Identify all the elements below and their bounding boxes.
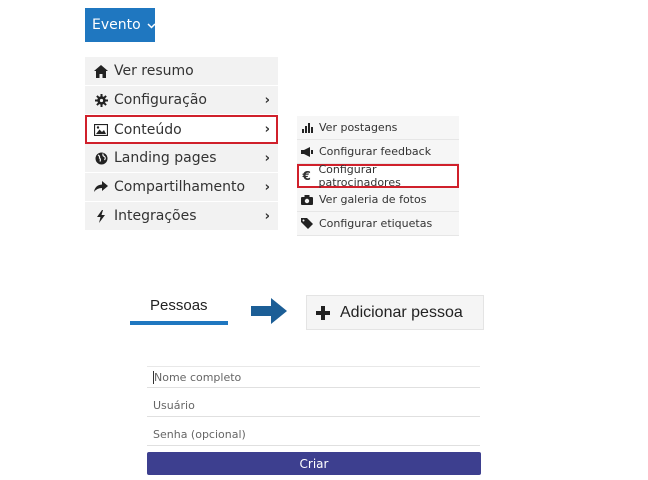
bolt-icon	[92, 209, 110, 223]
menu-item-ver-resumo[interactable]: Ver resumo	[85, 57, 278, 86]
chevron-right-icon: ›	[264, 122, 270, 137]
create-button[interactable]: Criar	[147, 452, 481, 475]
menu-item-label: Landing pages	[114, 150, 217, 166]
content-submenu: Ver postagens Configurar feedback € Conf…	[297, 116, 459, 236]
add-person-label: Adicionar pessoa	[340, 303, 463, 321]
home-icon	[92, 64, 110, 78]
create-button-label: Criar	[299, 456, 329, 471]
menu-item-label: Configuração	[114, 92, 207, 108]
camera-icon	[300, 194, 314, 205]
tab-label: Pessoas	[150, 297, 208, 314]
megaphone-icon	[300, 146, 314, 157]
username-placeholder: Usuário	[153, 399, 195, 412]
image-icon	[92, 123, 110, 136]
submenu-item-ver-galeria[interactable]: Ver galeria de fotos	[297, 188, 459, 212]
tags-icon	[300, 218, 314, 229]
add-person-button[interactable]: Adicionar pessoa	[306, 295, 484, 330]
menu-item-label: Integrações	[114, 208, 197, 224]
full-name-input[interactable]: Nome completo	[147, 366, 480, 388]
username-input[interactable]: Usuário	[147, 395, 480, 417]
password-input[interactable]: Senha (opcional)	[147, 424, 480, 446]
submenu-item-label: Configurar feedback	[319, 145, 432, 158]
submenu-item-label: Configurar etiquetas	[319, 217, 433, 230]
menu-item-configuracao[interactable]: Configuração ›	[85, 86, 278, 115]
euro-icon: €	[302, 169, 311, 183]
submenu-item-label: Configurar patrocinadores	[318, 163, 401, 189]
menu-item-landing-pages[interactable]: Landing pages ›	[85, 144, 278, 173]
bars-icon	[300, 122, 314, 133]
tab-pessoas[interactable]: Pessoas	[130, 293, 230, 325]
main-menu: Ver resumo Configuração › Conteúdo › Lan…	[85, 57, 278, 231]
menu-item-label: Ver resumo	[114, 63, 194, 79]
submenu-item-configurar-patrocinadores[interactable]: € Configurar patrocinadores	[297, 163, 459, 189]
menu-item-integracoes[interactable]: Integrações ›	[85, 202, 278, 231]
submenu-item-configurar-feedback[interactable]: Configurar feedback	[297, 140, 459, 164]
menu-item-label: Compartilhamento	[114, 179, 246, 195]
chevron-right-icon: ›	[264, 92, 270, 108]
menu-item-label: Conteúdo	[114, 121, 182, 138]
chevron-right-icon: ›	[264, 208, 270, 224]
full-name-placeholder: Nome completo	[154, 370, 242, 384]
evento-label: Evento	[92, 17, 141, 33]
globe-icon	[92, 152, 110, 165]
password-placeholder: Senha (opcional)	[153, 428, 246, 441]
plus-icon	[316, 302, 330, 324]
evento-dropdown-button[interactable]: Evento	[85, 8, 156, 42]
submenu-item-label: Ver postagens	[319, 121, 398, 134]
chevron-right-icon: ›	[264, 150, 270, 166]
chevron-down-icon	[147, 21, 156, 32]
share-icon	[92, 181, 110, 193]
menu-item-conteudo[interactable]: Conteúdo ›	[85, 115, 278, 144]
submenu-item-label: Ver galeria de fotos	[319, 193, 427, 206]
submenu-item-ver-postagens[interactable]: Ver postagens	[297, 116, 459, 140]
tab-active-indicator	[130, 321, 228, 325]
menu-item-compartilhamento[interactable]: Compartilhamento ›	[85, 173, 278, 202]
arrow-right-icon	[251, 298, 287, 328]
chevron-right-icon: ›	[264, 179, 270, 195]
submenu-item-configurar-etiquetas[interactable]: Configurar etiquetas	[297, 212, 459, 236]
gear-icon	[92, 93, 110, 107]
